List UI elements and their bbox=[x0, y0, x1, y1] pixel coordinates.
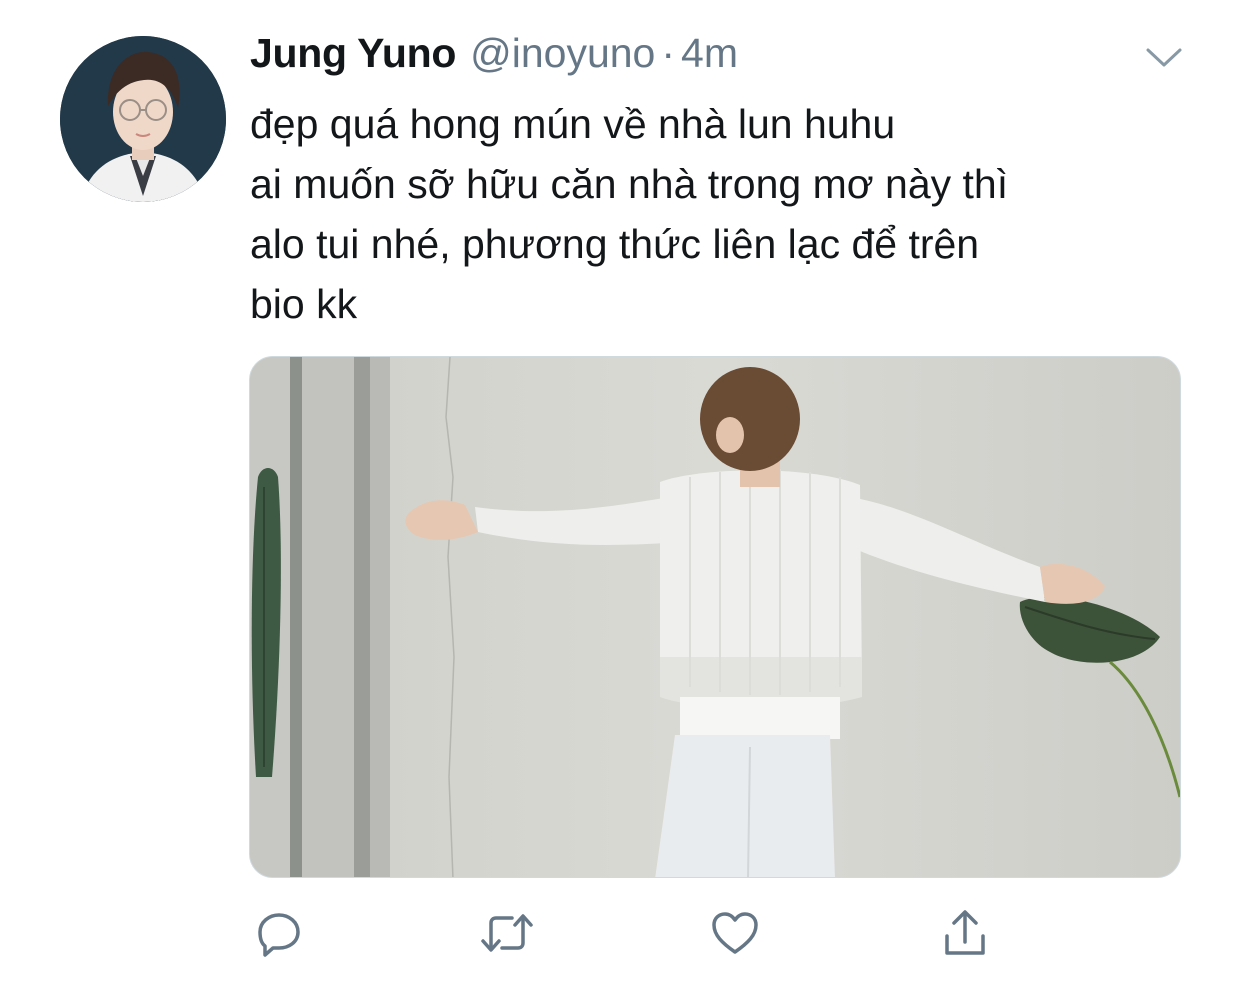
user-handle[interactable]: @inoyuno bbox=[470, 30, 655, 77]
timestamp[interactable]: 4m bbox=[681, 30, 738, 77]
tweet-header: Jung Yuno @inoyuno · 4m bbox=[250, 30, 738, 90]
tweet-text-line: ai muốn sỡ hữu căn nhà trong mơ này thì bbox=[250, 161, 1009, 207]
tweet-text: đẹp quá hong mún về nhà lun huhu ai muốn… bbox=[250, 94, 1150, 334]
retweet-button[interactable] bbox=[480, 906, 534, 960]
reply-icon bbox=[258, 913, 300, 957]
retweet-icon bbox=[481, 914, 533, 952]
separator-dot: · bbox=[661, 30, 676, 76]
tweet-text-line: alo tui nhé, phương thức liên lạc để trê… bbox=[250, 221, 980, 267]
tweet-photo[interactable] bbox=[249, 356, 1181, 878]
action-bar bbox=[0, 906, 1242, 960]
like-button[interactable] bbox=[708, 906, 762, 960]
heart-icon bbox=[712, 912, 758, 954]
display-name[interactable]: Jung Yuno bbox=[250, 30, 456, 77]
chevron-down-icon[interactable] bbox=[1144, 38, 1184, 78]
avatar[interactable] bbox=[60, 36, 226, 202]
share-icon bbox=[945, 910, 985, 955]
tweet-text-line: bio kk bbox=[250, 281, 358, 327]
share-button[interactable] bbox=[938, 906, 992, 960]
tweet-text-line: đẹp quá hong mún về nhà lun huhu bbox=[250, 101, 896, 147]
reply-button[interactable] bbox=[252, 906, 306, 960]
